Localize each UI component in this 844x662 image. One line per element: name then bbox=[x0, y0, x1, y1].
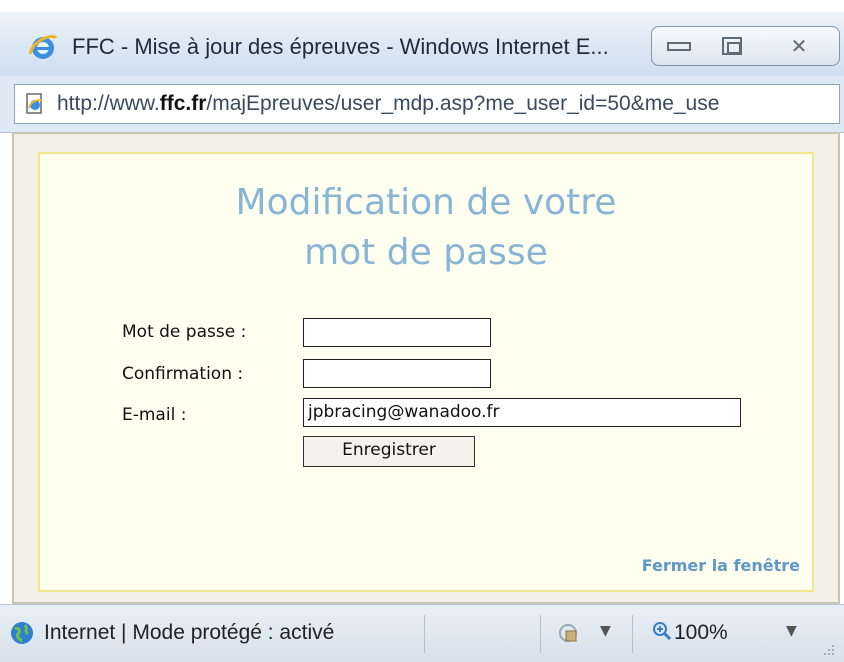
address-bar: http://www.ffc.fr/majEpreuves/user_mdp.a… bbox=[0, 76, 844, 133]
url-path: /majEpreuves/user_mdp.asp?me_user_id=50&… bbox=[206, 92, 720, 115]
chevron-down-icon[interactable]: ▼ bbox=[600, 623, 611, 639]
browser-window: FFC - Mise à jour des épreuves - Windows… bbox=[0, 0, 844, 662]
status-separator bbox=[540, 615, 541, 653]
page-icon bbox=[26, 93, 43, 114]
close-window-link[interactable]: Fermer la fenêtre bbox=[560, 556, 800, 575]
url-text: http://www.ffc.fr/majEpreuves/user_mdp.a… bbox=[57, 92, 719, 116]
confirm-password-input[interactable] bbox=[303, 359, 491, 388]
email-input[interactable]: jpbracing@wanadoo.fr bbox=[303, 398, 741, 427]
chevron-down-icon[interactable]: ▼ bbox=[786, 623, 797, 639]
resize-grip-icon[interactable] bbox=[822, 643, 836, 657]
globe-icon bbox=[11, 622, 33, 644]
url-field[interactable]: http://www.ffc.fr/majEpreuves/user_mdp.a… bbox=[14, 84, 840, 124]
maximize-button[interactable] bbox=[705, 26, 760, 66]
url-prefix: http://www. bbox=[57, 92, 160, 115]
confirm-label: Confirmation : bbox=[122, 364, 244, 384]
minimize-icon bbox=[667, 41, 691, 51]
email-label: E-mail : bbox=[122, 405, 187, 425]
password-label: Mot de passe : bbox=[122, 322, 247, 342]
page-title: Modification de votre mot de passe bbox=[38, 178, 814, 278]
maximize-icon bbox=[722, 37, 742, 55]
security-icon[interactable] bbox=[556, 621, 580, 645]
window-title: FFC - Mise à jour des épreuves - Windows… bbox=[72, 34, 609, 59]
title-bar: FFC - Mise à jour des épreuves - Windows… bbox=[0, 12, 844, 77]
save-button[interactable]: Enregistrer bbox=[303, 436, 475, 467]
url-domain: ffc.fr bbox=[159, 92, 207, 115]
status-separator bbox=[424, 615, 425, 653]
status-bar: Internet | Mode protégé : activé ▼ 100% … bbox=[0, 604, 844, 662]
zoom-icon[interactable] bbox=[652, 621, 672, 641]
close-window-button[interactable]: ✕ bbox=[759, 26, 840, 66]
page-title-line2: mot de passe bbox=[304, 232, 548, 273]
security-zone-text: Internet | Mode protégé : activé bbox=[44, 621, 335, 644]
close-icon: ✕ bbox=[790, 34, 808, 58]
ie-logo-icon bbox=[28, 35, 58, 59]
page-title-line1: Modification de votre bbox=[235, 182, 617, 223]
zoom-level[interactable]: 100% bbox=[674, 621, 728, 645]
password-input[interactable] bbox=[303, 318, 491, 347]
minimize-button[interactable] bbox=[651, 26, 707, 66]
status-separator bbox=[632, 615, 633, 653]
